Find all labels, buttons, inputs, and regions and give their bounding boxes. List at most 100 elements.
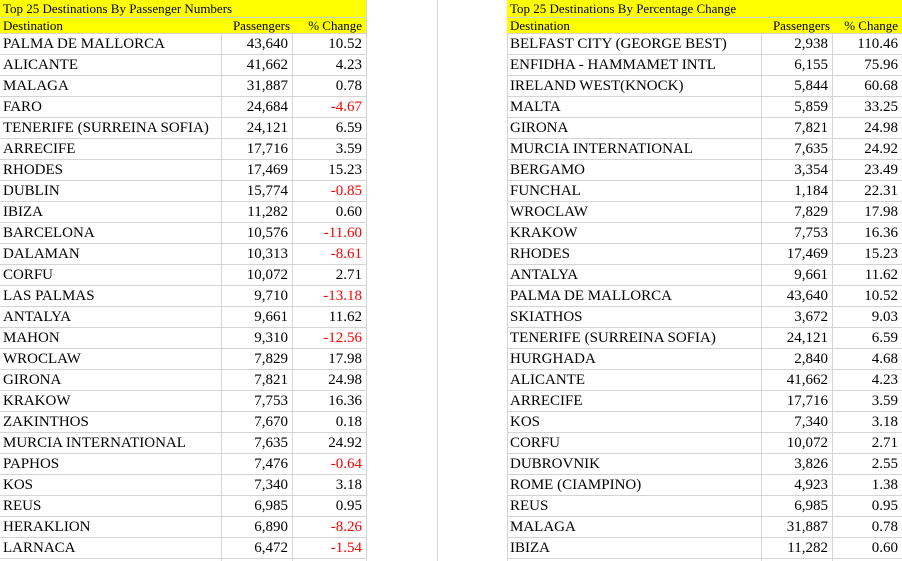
destination-cell[interactable]: TENERIFE (SURREINA SOFIA) xyxy=(507,328,761,348)
passengers-cell[interactable]: 17,469 xyxy=(221,160,292,180)
passengers-cell[interactable]: 7,670 xyxy=(221,412,292,432)
change-cell[interactable]: 33.25 xyxy=(832,97,902,117)
passengers-cell[interactable]: 17,469 xyxy=(761,244,832,264)
change-cell[interactable]: 4.68 xyxy=(832,349,902,369)
passengers-cell[interactable]: 6,985 xyxy=(221,496,292,516)
change-cell[interactable]: 24.92 xyxy=(832,139,902,159)
change-cell[interactable]: 11.62 xyxy=(832,265,902,285)
change-cell[interactable]: -8.26 xyxy=(292,517,366,537)
passengers-cell[interactable]: 4,923 xyxy=(761,475,832,495)
destination-cell[interactable]: CORFU xyxy=(507,433,761,453)
passengers-cell[interactable]: 9,661 xyxy=(761,265,832,285)
passengers-cell[interactable]: 6,472 xyxy=(221,538,292,558)
change-cell[interactable]: 15.23 xyxy=(292,160,366,180)
header-destination[interactable]: Destination xyxy=(0,18,221,33)
change-cell[interactable]: 0.78 xyxy=(292,76,366,96)
change-cell[interactable]: 0.60 xyxy=(292,202,366,222)
change-cell[interactable]: 24.92 xyxy=(292,433,366,453)
destination-cell[interactable]: MURCIA INTERNATIONAL xyxy=(507,139,761,159)
change-cell[interactable]: 3.18 xyxy=(292,475,366,495)
destination-cell[interactable]: MALAGA xyxy=(0,76,221,96)
change-cell[interactable]: 6.59 xyxy=(292,118,366,138)
passengers-cell[interactable]: 9,710 xyxy=(221,286,292,306)
change-cell[interactable]: 4.23 xyxy=(832,370,902,390)
passengers-cell[interactable]: 24,121 xyxy=(761,328,832,348)
change-cell[interactable]: 0.95 xyxy=(832,496,902,516)
change-cell[interactable]: 60.68 xyxy=(832,76,902,96)
destination-cell[interactable]: BERGAMO xyxy=(507,160,761,180)
table-title[interactable]: Top 25 Destinations By Percentage Change xyxy=(507,0,902,17)
destination-cell[interactable]: BELFAST CITY (GEORGE BEST) xyxy=(507,34,761,54)
passengers-cell[interactable]: 11,282 xyxy=(221,202,292,222)
passengers-cell[interactable]: 11,282 xyxy=(761,538,832,558)
passengers-cell[interactable]: 24,121 xyxy=(221,118,292,138)
passengers-cell[interactable]: 2,840 xyxy=(761,349,832,369)
destination-cell[interactable]: WROCLAW xyxy=(507,202,761,222)
change-cell[interactable]: 11.62 xyxy=(292,307,366,327)
passengers-cell[interactable]: 43,640 xyxy=(761,286,832,306)
destination-cell[interactable]: REUS xyxy=(0,496,221,516)
passengers-cell[interactable]: 3,672 xyxy=(761,307,832,327)
destination-cell[interactable]: FUNCHAL xyxy=(507,181,761,201)
passengers-cell[interactable]: 10,072 xyxy=(761,433,832,453)
destination-cell[interactable]: MURCIA INTERNATIONAL xyxy=(0,433,221,453)
passengers-cell[interactable]: 31,887 xyxy=(221,76,292,96)
passengers-cell[interactable]: 3,354 xyxy=(761,160,832,180)
destination-cell[interactable]: PALMA DE MALLORCA xyxy=(507,286,761,306)
passengers-cell[interactable]: 7,340 xyxy=(761,412,832,432)
passengers-cell[interactable]: 5,844 xyxy=(761,76,832,96)
passengers-cell[interactable]: 3,826 xyxy=(761,454,832,474)
destination-cell[interactable]: MAHON xyxy=(0,328,221,348)
passengers-cell[interactable]: 7,340 xyxy=(221,475,292,495)
change-cell[interactable]: 1.38 xyxy=(832,475,902,495)
header-passengers[interactable]: Passengers xyxy=(761,18,832,33)
destination-cell[interactable]: IBIZA xyxy=(0,202,221,222)
change-cell[interactable]: 6.59 xyxy=(832,328,902,348)
destination-cell[interactable]: MALAGA xyxy=(507,517,761,537)
passengers-cell[interactable]: 43,640 xyxy=(221,34,292,54)
destination-cell[interactable]: DUBLIN xyxy=(0,181,221,201)
change-cell[interactable]: 2.71 xyxy=(832,433,902,453)
destination-cell[interactable]: ENFIDHA - HAMMAMET INTL xyxy=(507,55,761,75)
header-destination[interactable]: Destination xyxy=(507,18,761,33)
passengers-cell[interactable]: 7,753 xyxy=(221,391,292,411)
change-cell[interactable]: 22.31 xyxy=(832,181,902,201)
change-cell[interactable]: 9.03 xyxy=(832,307,902,327)
destination-cell[interactable]: FARO xyxy=(0,97,221,117)
destination-cell[interactable]: CORFU xyxy=(0,265,221,285)
passengers-cell[interactable]: 6,155 xyxy=(761,55,832,75)
passengers-cell[interactable]: 7,635 xyxy=(761,139,832,159)
destination-cell[interactable]: KOS xyxy=(507,412,761,432)
destination-cell[interactable]: BARCELONA xyxy=(0,223,221,243)
destination-cell[interactable]: ANTALYA xyxy=(0,307,221,327)
destination-cell[interactable]: RHODES xyxy=(507,244,761,264)
change-cell[interactable]: 15.23 xyxy=(832,244,902,264)
change-cell[interactable]: -0.85 xyxy=(292,181,366,201)
destination-cell[interactable]: IBIZA xyxy=(507,538,761,558)
passengers-cell[interactable]: 10,576 xyxy=(221,223,292,243)
change-cell[interactable]: 0.78 xyxy=(832,517,902,537)
header-change[interactable]: % Change xyxy=(832,18,902,33)
change-cell[interactable]: -8.61 xyxy=(292,244,366,264)
change-cell[interactable]: -0.64 xyxy=(292,454,366,474)
change-cell[interactable]: 10.52 xyxy=(292,34,366,54)
change-cell[interactable]: -12.56 xyxy=(292,328,366,348)
destination-cell[interactable]: GIRONA xyxy=(0,370,221,390)
change-cell[interactable]: 3.59 xyxy=(832,391,902,411)
passengers-cell[interactable]: 7,476 xyxy=(221,454,292,474)
destination-cell[interactable]: LAS PALMAS xyxy=(0,286,221,306)
passengers-cell[interactable]: 41,662 xyxy=(221,55,292,75)
passengers-cell[interactable]: 5,859 xyxy=(761,97,832,117)
change-cell[interactable]: 110.46 xyxy=(832,34,902,54)
passengers-cell[interactable]: 17,716 xyxy=(761,391,832,411)
header-change[interactable]: % Change xyxy=(292,18,366,33)
destination-cell[interactable]: DUBROVNIK xyxy=(507,454,761,474)
passengers-cell[interactable]: 15,774 xyxy=(221,181,292,201)
destination-cell[interactable]: WROCLAW xyxy=(0,349,221,369)
passengers-cell[interactable]: 17,716 xyxy=(221,139,292,159)
passengers-cell[interactable]: 7,821 xyxy=(221,370,292,390)
change-cell[interactable]: -11.60 xyxy=(292,223,366,243)
passengers-cell[interactable]: 10,072 xyxy=(221,265,292,285)
change-cell[interactable]: 3.59 xyxy=(292,139,366,159)
change-cell[interactable]: 0.60 xyxy=(832,538,902,558)
